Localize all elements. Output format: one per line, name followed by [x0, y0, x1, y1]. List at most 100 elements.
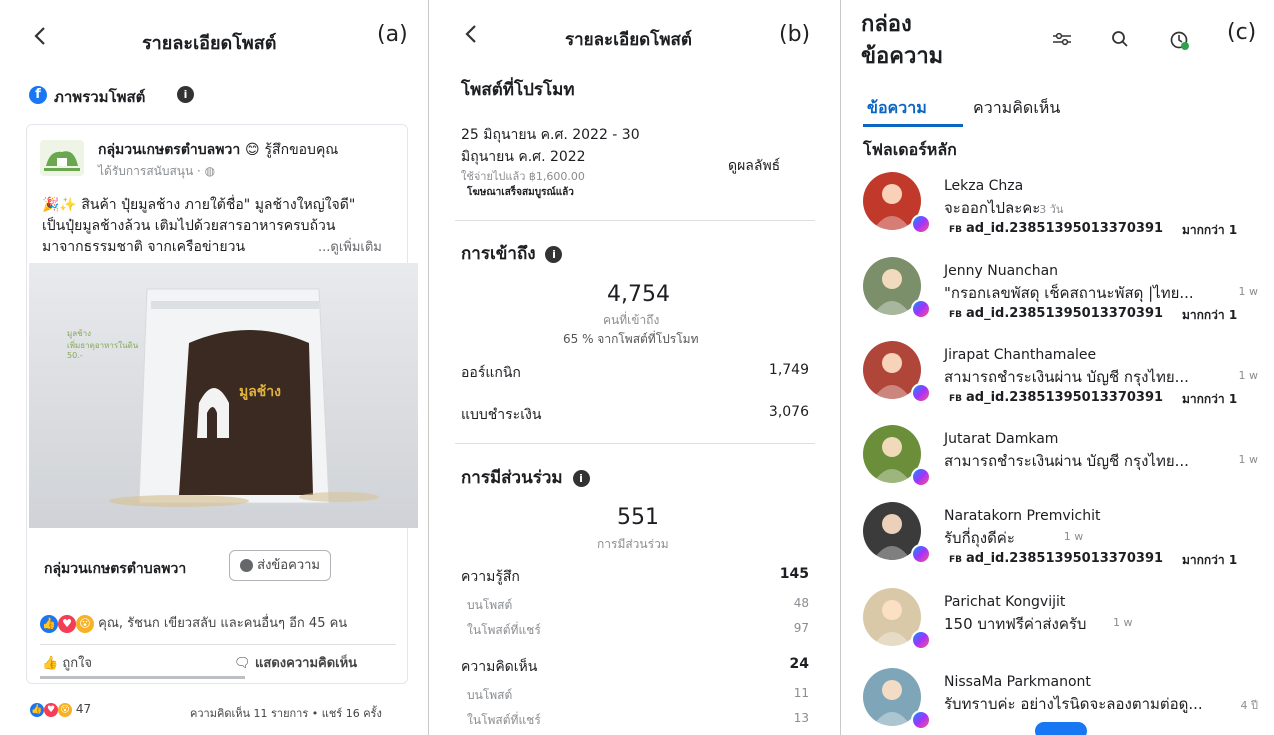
comments-on-shares-label: ในโพสต์ที่แชร์	[467, 713, 541, 727]
scroll-indicator	[40, 676, 245, 679]
active-tab-indicator	[863, 124, 963, 127]
contact-name: Parichat Kongvijit	[944, 594, 1066, 610]
info-icon[interactable]: i	[545, 245, 563, 263]
more-label: มากกว่า 1	[1182, 392, 1238, 406]
promoted-title: โพสต์ที่โปรโมท	[461, 80, 575, 100]
reactions-value: 145	[779, 566, 809, 582]
ad-reference: FB ad_id.23851395013370391	[949, 221, 1164, 236]
tab-comments[interactable]: ความคิดเห็น	[973, 96, 1060, 121]
on-shares-label: ในโพสต์ที่แชร์	[467, 623, 541, 637]
organic-label: ออร์แกนิก	[461, 365, 521, 381]
messenger-badge-icon	[911, 299, 931, 319]
messenger-badge-icon	[911, 214, 931, 234]
comments-label: ความคิดเห็น	[461, 659, 538, 675]
comment-icon: 🗨	[234, 656, 251, 671]
view-results-link[interactable]: ดูผลลัพธ์	[728, 155, 780, 177]
on-post-value: 48	[793, 596, 809, 610]
messenger-badge-icon	[911, 383, 931, 403]
send-message-button[interactable]: ส่งข้อความ	[229, 550, 331, 581]
engagement-caption: การมีส่วนร่วม	[597, 537, 669, 551]
panel-label: (a)	[377, 22, 408, 47]
search-icon[interactable]	[1111, 30, 1129, 48]
contact-name: Naratakorn Premvichit	[944, 508, 1101, 524]
message-time: 1 w	[1238, 453, 1259, 466]
reach-title: การเข้าถึง i	[461, 240, 563, 267]
more-label: มากกว่า 1	[1182, 223, 1238, 237]
facebook-icon: f	[29, 86, 47, 104]
sponsored-label: ได้รับการสนับสนุน · ◍	[98, 164, 216, 178]
thumbs-up-icon: 👍	[42, 656, 59, 671]
messenger-badge-icon	[911, 630, 931, 650]
folder-title: โฟลเดอร์หลัก	[863, 140, 957, 159]
back-icon[interactable]	[465, 24, 477, 44]
like-reaction-icon: 👍	[40, 614, 58, 633]
page-title: รายละเอียดโพสต์	[142, 33, 277, 54]
comments-on-post-label: บนโพสต์	[467, 688, 513, 702]
organic-value: 1,749	[768, 362, 809, 378]
product-photo[interactable]: มูลช้าง เพิ่มธาตุอาหารในดิน 50.- มูลช้าง	[29, 263, 418, 528]
message-preview: 150 บาทฟรีค่าส่งครับ	[944, 615, 1087, 633]
divider	[40, 644, 396, 645]
engagement-title: การมีส่วนร่วม i	[461, 464, 590, 491]
reaction-count: 👍 ♥ 😮 47	[30, 702, 92, 717]
divider	[455, 443, 815, 444]
comments-on-post-value: 11	[793, 686, 809, 700]
message-preview: รับกี่ถุงดีค่ะ	[944, 529, 1015, 547]
engagement-value: 551	[617, 505, 659, 530]
scroll-button[interactable]	[1035, 722, 1087, 735]
contact-name: NissaMa Parkmanont	[944, 674, 1091, 690]
message-preview: "กรอกเลขพัสดุ เช็คสถานะพัสดุ |ไทย...	[944, 284, 1194, 302]
comment-button[interactable]: 🗨 แสดงความคิดเห็น	[234, 652, 357, 673]
messenger-icon	[240, 559, 253, 572]
reactions-label: ความรู้สึก	[461, 569, 520, 585]
post-text-line: มาจากธรรมชาติ จากเครือข่ายวน	[42, 239, 246, 255]
filter-icon[interactable]	[1052, 32, 1072, 46]
ad-reference: FB ad_id.23851395013370391	[949, 551, 1164, 566]
post-text-line: 🎉✨ สินค้า ปุ๋ยมูลช้าง ภายใต้ชื่อ" มูลช้า…	[42, 197, 356, 213]
message-time: 1 w	[1238, 369, 1259, 382]
bag-brand: มูลช้าง	[239, 384, 282, 400]
contact-name: Jirapat Chanthamalee	[944, 347, 1097, 363]
globe-icon: ◍	[204, 164, 216, 178]
post-detail-panel: รายละเอียดโพสต์ (a) f ภาพรวมโพสต์ i กลุ่…	[12, 0, 418, 735]
message-preview: สามารถชำระเงินผ่าน บัญชี กรุงไทย...	[944, 368, 1189, 386]
panel-divider	[840, 0, 841, 735]
message-time: 1 w	[1063, 530, 1084, 543]
message-time: 1 w	[1238, 285, 1259, 298]
info-icon[interactable]: i	[177, 86, 194, 103]
page-title: รายละเอียดโพสต์	[565, 30, 692, 50]
message-time: 4 ปี	[1240, 699, 1258, 712]
messenger-badge-icon	[911, 467, 931, 487]
inbox-title: กล่อง	[861, 12, 912, 37]
inbox-title: ข้อความ	[861, 44, 944, 69]
like-button[interactable]: 👍 ถูกใจ	[42, 652, 92, 673]
back-icon[interactable]	[34, 26, 46, 46]
page-name[interactable]: กลุ่มวนเกษตรตำบลพวา 😊 รู้สึกขอบคุณ	[98, 139, 338, 161]
message-preview: สามารถชำระเงินผ่าน บัญชี กรุงไทย...	[944, 452, 1189, 470]
clock-icon[interactable]	[1169, 30, 1191, 52]
amount-spent: ใช้จ่ายไปแล้ว ฿1,600.00	[461, 170, 585, 183]
message-time: 1 w	[1113, 616, 1133, 629]
date-range: มิถุนายน ค.ศ. 2022	[461, 149, 586, 165]
panel-label: (b)	[779, 22, 811, 47]
message-time: 3 วัน	[1039, 203, 1064, 216]
message-preview: รับทราบค่ะ อย่างไรนิดจะลองตามต่อดู...	[944, 695, 1203, 713]
reaction-summary[interactable]: 👍 ♥ 😮 คุณ, รัชนก เขียวสลับ และคนอื่นๆ อีก …	[40, 612, 347, 633]
insights-panel: รายละเอียดโพสต์ (b) โพสต์ที่โปรโมท 25 มิ…	[437, 0, 829, 735]
see-more-link[interactable]: ...ดูเพิ่มเติม	[318, 236, 382, 257]
page-logo[interactable]	[40, 140, 84, 176]
contact-name: Jutarat Damkam	[944, 431, 1059, 447]
love-reaction-icon: ♥	[58, 614, 76, 633]
comments-on-shares-value: 13	[793, 711, 809, 725]
messenger-badge-icon	[911, 710, 931, 730]
more-label: มากกว่า 1	[1182, 553, 1238, 567]
date-range: 25 มิถุนายน ค.ศ. 2022 - 30	[461, 127, 640, 143]
cta-page-name[interactable]: กลุ่มวนเกษตรตำบลพวา	[44, 558, 186, 580]
tab-messages[interactable]: ข้อความ	[867, 96, 927, 121]
contact-name: Jenny Nuanchan	[944, 263, 1059, 279]
on-post-label: บนโพสต์	[467, 598, 513, 612]
info-icon[interactable]: i	[572, 469, 590, 487]
contact-name: Lekza Chza	[944, 178, 1024, 194]
divider	[455, 220, 815, 221]
message-preview: จะออกไปละคะ	[944, 199, 1041, 217]
